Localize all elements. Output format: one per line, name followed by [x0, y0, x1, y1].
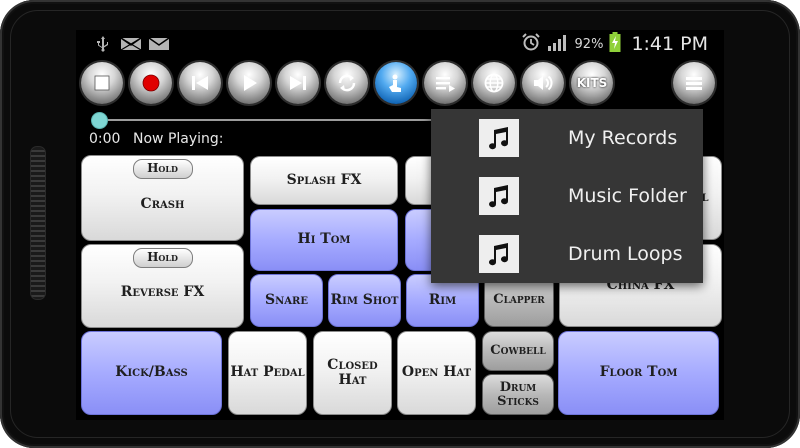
globe-icon: [484, 73, 504, 93]
playlist-icon: [436, 77, 455, 92]
now-playing-label: Now Playing:: [133, 131, 224, 147]
status-right: 92% 1:41 PM: [521, 30, 708, 58]
time-elapsed: 0:00: [89, 131, 121, 147]
previous-icon: [192, 76, 208, 90]
battery-percent: 92%: [574, 36, 604, 52]
signal-icon: [547, 33, 569, 55]
alarm-icon: [521, 32, 541, 56]
menu-item-label: Music Folder: [568, 185, 687, 207]
loop-icon: [338, 74, 356, 92]
hamburger-icon: [686, 77, 702, 90]
pad-label: Open Hat: [401, 364, 472, 381]
volume-button[interactable]: [522, 62, 564, 104]
menu-item-music-folder[interactable]: Music Folder: [431, 167, 703, 225]
pad-drum-sticks[interactable]: Drum Sticks: [482, 374, 554, 415]
menu-item-my-records[interactable]: My Records: [431, 109, 703, 167]
music-note-icon: [479, 235, 519, 273]
music-note-icon: [479, 177, 519, 215]
pad-label: Snare: [265, 291, 308, 308]
kits-button[interactable]: KITS: [571, 62, 613, 104]
phone-frame: 92% 1:41 PM KITS 0:00 Now Playing: Hold …: [0, 0, 800, 448]
web-button[interactable]: [473, 62, 515, 104]
pad-rim-shot[interactable]: Rim Shot: [328, 274, 401, 327]
pad-label: Clapper: [493, 292, 545, 308]
speaker-grille: [30, 146, 46, 300]
pad-label: Splash FX: [286, 171, 362, 188]
pad-label: Kick/Bass: [115, 364, 188, 381]
mail-crossed-icon: [120, 36, 142, 52]
menu-item-label: My Records: [568, 127, 678, 149]
pad-splash-fx[interactable]: Splash FX: [250, 156, 398, 205]
pad-label: Closed Hat: [327, 356, 378, 388]
pad-label: Cowbell: [490, 342, 546, 358]
usb-icon: [96, 36, 110, 52]
pad-hi-tom[interactable]: Hi Tom: [250, 209, 398, 271]
stop-icon: [94, 75, 110, 91]
pad-snare[interactable]: Snare: [250, 274, 323, 327]
overflow-menu: My Records Music Folder Drum Loops: [431, 109, 703, 283]
play-icon: [244, 75, 257, 91]
stop-button[interactable]: [81, 62, 123, 104]
pad-hat-pedal[interactable]: Hat Pedal: [228, 331, 307, 415]
clock: 1:41 PM: [631, 33, 708, 55]
pad-cowbell[interactable]: Cowbell: [482, 331, 554, 371]
menu-item-label: Drum Loops: [568, 243, 683, 265]
pad-label: Floor Tom: [599, 364, 678, 381]
music-note-icon: [479, 119, 519, 157]
pad-label: Hi Tom: [297, 231, 351, 248]
touch-icon: [389, 74, 401, 92]
next-icon: [290, 76, 306, 90]
battery-charging-icon: [609, 32, 621, 56]
pad-label: Reverse FX: [120, 284, 205, 301]
kits-label: KITS: [576, 76, 608, 90]
pad-kick-bass[interactable]: Kick/Bass: [81, 331, 222, 415]
pad-label: Drum Sticks: [497, 379, 539, 409]
loop-button[interactable]: [326, 62, 368, 104]
pad-label: Crash: [140, 196, 185, 213]
pad-label: Rim Shot: [330, 291, 399, 308]
seek-track[interactable]: [98, 119, 438, 121]
transport-toolbar: KITS: [76, 58, 724, 110]
status-bar: 92% 1:41 PM: [76, 30, 724, 58]
previous-button[interactable]: [179, 62, 221, 104]
play-button[interactable]: [228, 62, 270, 104]
playlist-button[interactable]: [424, 62, 466, 104]
pad-open-hat[interactable]: Open Hat: [397, 331, 476, 415]
speaker-icon: [534, 75, 553, 91]
record-icon: [142, 74, 160, 92]
pad-reverse-fx[interactable]: Hold Reverse FX: [81, 244, 244, 328]
hold-toggle[interactable]: Hold: [132, 159, 193, 179]
app-screen: 92% 1:41 PM KITS 0:00 Now Playing: Hold …: [76, 30, 724, 420]
pad-label: Rim: [428, 291, 457, 308]
seek-thumb[interactable]: [91, 112, 108, 129]
record-button[interactable]: [130, 62, 172, 104]
menu-item-drum-loops[interactable]: Drum Loops: [431, 225, 703, 283]
pad-label: Hat Pedal: [230, 364, 305, 381]
pad-floor-tom[interactable]: Floor Tom: [558, 331, 719, 415]
menu-button[interactable]: [673, 62, 715, 104]
next-button[interactable]: [277, 62, 319, 104]
hold-toggle[interactable]: Hold: [132, 248, 193, 268]
mail-icon: [148, 36, 170, 52]
metronome-button[interactable]: [375, 62, 417, 104]
pad-crash[interactable]: Hold Crash: [81, 155, 244, 241]
pad-closed-hat[interactable]: Closed Hat: [313, 331, 392, 415]
